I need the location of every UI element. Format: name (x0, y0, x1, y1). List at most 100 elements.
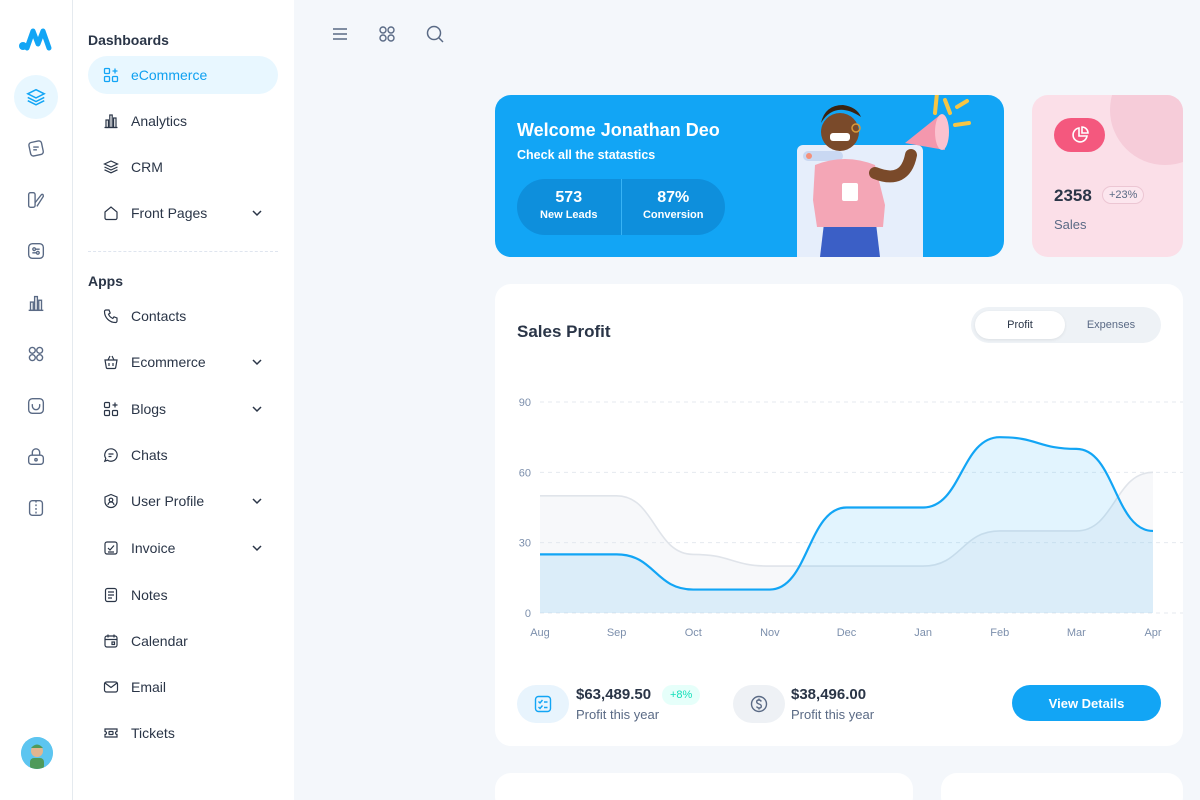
stat-label: Conversion (642, 209, 704, 221)
brand-logo[interactable] (18, 26, 54, 52)
nav-item-analytics[interactable]: Analytics (88, 102, 278, 140)
kpi-label: Profit this year (791, 707, 875, 722)
stat-new-leads: 573 New Leads (517, 179, 621, 235)
stat-value: 87% (657, 189, 690, 206)
nav-item-contacts[interactable]: Contacts (88, 297, 278, 335)
nav-item-label: Tickets (131, 725, 175, 741)
grid-plus-icon (103, 67, 119, 83)
sales-value: 2358 (1054, 186, 1092, 205)
nav-item-front-pages[interactable]: Front Pages (88, 194, 278, 232)
y-tick-label: 30 (519, 538, 531, 550)
notebook-icon[interactable] (14, 126, 58, 170)
stat-conversion: 87% Conversion (620, 179, 726, 235)
x-tick-label: Feb (990, 627, 1009, 639)
nav-item-calendar[interactable]: Calendar (88, 622, 278, 660)
bottom-card (941, 773, 1183, 800)
card-title: Sales Profit (517, 322, 611, 341)
bottom-card (495, 773, 913, 800)
nav-item-label: Analytics (131, 113, 188, 129)
nav-item-email[interactable]: Email (88, 668, 278, 706)
chevron-down-icon (252, 210, 262, 217)
sales-card: 2358 +23% Sales (1032, 95, 1183, 257)
brush-icon[interactable] (14, 178, 58, 222)
y-tick-label: 90 (519, 397, 531, 409)
nav-item-label: Invoice (131, 540, 176, 556)
tab-expenses[interactable]: Expenses (1066, 311, 1156, 339)
grid-plus-icon (103, 401, 119, 417)
nav-item-invoice[interactable]: Invoice (88, 529, 278, 567)
x-tick-label: Oct (685, 627, 702, 639)
ticket-icon (103, 725, 119, 741)
home-icon (103, 205, 119, 221)
chevron-down-icon (252, 498, 262, 505)
nav-item-label: User Profile (131, 493, 205, 509)
message-icon (103, 447, 119, 463)
sliders-icon[interactable] (14, 229, 58, 273)
nav-item-chats[interactable]: Chats (88, 436, 278, 474)
nav-section-apps: Apps (88, 273, 123, 289)
lock-icon[interactable] (14, 435, 58, 479)
pie-chart-icon (1054, 118, 1105, 152)
avatar[interactable] (21, 737, 53, 769)
nav-item-ecommerce[interactable]: Ecommerce (88, 343, 278, 381)
welcome-card: Welcome Jonathan Deo Check all the stata… (495, 95, 1004, 257)
profit-expenses-toggle: Profit Expenses (971, 307, 1161, 343)
bar-chart-icon (103, 113, 119, 129)
x-tick-label: Aug (530, 627, 550, 639)
nav-item-label: CRM (131, 159, 163, 175)
kpi-value: $38,496.00 (791, 686, 867, 703)
view-details-button[interactable]: View Details (1012, 685, 1161, 721)
note-icon (103, 587, 119, 603)
nav-item-blogs[interactable]: Blogs (88, 390, 278, 428)
layers-icon (103, 159, 119, 175)
calendar-icon (103, 633, 119, 649)
apps-icon[interactable] (14, 332, 58, 376)
checklist-icon (517, 685, 569, 723)
chevron-down-icon (252, 359, 262, 366)
nav-item-ecommerce-dashboard[interactable]: eCommerce (88, 56, 278, 94)
chevron-down-icon (252, 545, 262, 552)
kpi-label: Profit this year (576, 707, 660, 722)
apps-icon[interactable] (377, 24, 397, 44)
dollar-icon (733, 685, 785, 723)
nav-sidebar: Dashboards eCommerce Analytics CRM Front… (73, 0, 294, 800)
x-tick-label: Apr (1144, 627, 1161, 639)
nav-item-label: Notes (131, 587, 168, 603)
decorative-blob (1110, 95, 1183, 165)
x-tick-label: Nov (760, 627, 780, 639)
kpi-change-badge: +8% (662, 685, 701, 705)
sales-profit-chart: 0 30 60 90 Aug Sep Oct Nov Dec Jan Feb Mar Apr (519, 397, 1183, 639)
bar-chart-icon[interactable] (14, 281, 58, 325)
nav-section-dashboards: Dashboards (88, 32, 169, 48)
x-tick-label: Mar (1067, 627, 1086, 639)
nav-item-notes[interactable]: Notes (88, 576, 278, 614)
x-tick-label: Dec (837, 627, 857, 639)
welcome-subtitle: Check all the statastics (517, 148, 656, 162)
nav-item-tickets[interactable]: Tickets (88, 714, 278, 752)
nav-item-label: Chats (131, 447, 168, 463)
y-tick-label: 60 (519, 467, 531, 479)
nav-item-label: Email (131, 679, 167, 695)
nav-item-crm[interactable]: CRM (88, 148, 278, 186)
nav-item-label: Front Pages (131, 205, 208, 221)
phone-icon (103, 308, 119, 324)
megaphone-person-illustration (797, 95, 971, 257)
columns-icon[interactable] (14, 486, 58, 530)
sales-label: Sales (1054, 217, 1087, 232)
tab-profit[interactable]: Profit (975, 311, 1065, 339)
sales-profit-card: 0 30 60 90 Aug Sep Oct Nov Dec Jan Feb Mar Apr Sales… (495, 284, 1183, 746)
stat-value: 573 (555, 189, 583, 206)
basket-icon (103, 354, 119, 370)
mini-sidebar (0, 0, 73, 800)
nav-item-label: Ecommerce (131, 354, 206, 370)
search-icon[interactable] (425, 24, 445, 44)
inbox-icon[interactable] (14, 384, 58, 428)
welcome-stats: 573 New Leads 87% Conversion (517, 179, 725, 235)
user-shield-icon (103, 493, 119, 509)
layers-icon[interactable] (14, 75, 58, 119)
nav-item-label: Blogs (131, 401, 167, 417)
checklist-icon (103, 540, 119, 556)
nav-item-user-profile[interactable]: User Profile (88, 482, 278, 520)
nav-item-label: Calendar (131, 633, 188, 649)
menu-icon[interactable] (330, 24, 350, 44)
